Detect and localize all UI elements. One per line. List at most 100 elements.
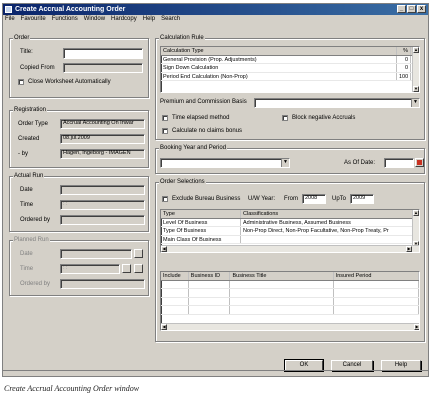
close-button[interactable]: x <box>417 5 426 13</box>
business-title-header: Business Title <box>230 272 334 280</box>
insured-period-header: Insured Period <box>334 272 419 280</box>
order-type-label: Order Type <box>18 121 48 127</box>
business-hscroll[interactable]: ◀ ▶ <box>161 323 419 330</box>
menu-functions[interactable]: Functions <box>52 15 78 24</box>
calculation-rule-title: Calculation Rule <box>159 35 205 42</box>
chevron-down-icon[interactable]: ▼ <box>281 159 289 167</box>
table-row[interactable]: Level Of Business Administrative Busines… <box>161 218 419 227</box>
actual-ordered-by-field <box>60 215 145 225</box>
table-row[interactable]: Type Of Business Non-Prop Direct, Non-Pr… <box>161 227 419 236</box>
menu-help[interactable]: Help <box>143 15 155 24</box>
classification-vscroll[interactable]: ▲ ▼ <box>412 210 419 247</box>
by-label: - by <box>18 151 29 157</box>
minimize-button[interactable]: _ <box>397 5 406 13</box>
type-cell: Main Class Of Business <box>161 235 241 243</box>
table-row[interactable] <box>161 280 419 289</box>
scroll-up-icon[interactable]: ▲ <box>413 210 419 216</box>
actual-date-label: Date <box>20 187 33 193</box>
calculation-grid[interactable]: Calculation Type % General Provision (Pr… <box>160 46 420 93</box>
menu-window[interactable]: Window <box>84 15 105 24</box>
classifications-cell[interactable]: Non-Prop Direct, Non-Prop Facultative, N… <box>241 227 413 235</box>
time-elapsed-label: Time elapsed method <box>172 115 230 121</box>
scroll-right-icon[interactable]: ▶ <box>414 324 419 330</box>
scroll-left-icon[interactable]: ◀ <box>161 246 167 252</box>
planned-ordered-by-field <box>60 279 145 289</box>
planned-time-field: : : <box>60 264 120 274</box>
business-grid-header: Include Business ID Business Title Insur… <box>161 272 419 281</box>
menu-favourite[interactable]: Favourite <box>21 15 46 24</box>
no-claims-label: Calculate no claims bonus <box>172 128 243 134</box>
booking-period-select[interactable]: ▼ <box>160 158 290 168</box>
block-negative-label: Block negative Accruals <box>292 115 356 121</box>
from-label: From <box>284 196 298 202</box>
table-row[interactable]: General Provision (Prop. Adjustments) 0 <box>161 55 419 64</box>
created-field: 08.jul.2009 <box>60 134 145 144</box>
actual-run-panel-title: Actual Run <box>13 173 45 180</box>
classification-grid[interactable]: Type Classifications Level Of Business A… <box>160 209 420 253</box>
type-cell: Level Of Business <box>161 218 241 226</box>
planned-date-field <box>60 249 132 259</box>
scroll-up-icon[interactable]: ▲ <box>413 47 419 53</box>
upto-label: UpTo <box>332 196 347 202</box>
order-selections-title: Order Selections <box>159 179 206 186</box>
scroll-right-icon[interactable]: ▶ <box>406 246 412 252</box>
scroll-left-icon[interactable]: ◀ <box>161 324 167 330</box>
table-row[interactable] <box>161 306 419 315</box>
exclude-bureau-label: Exclude Bureau Business <box>172 196 241 202</box>
planned-ordered-by-label: Ordered by <box>20 281 51 287</box>
by-field: Hagen, Ingeborg - IMAGEN <box>60 149 145 159</box>
include-header: Include <box>161 272 189 280</box>
table-row[interactable]: Period End Calculation (Non-Prop) 100 <box>161 72 419 81</box>
block-negative-checkbox[interactable] <box>282 115 288 121</box>
table-row[interactable] <box>161 289 419 298</box>
pct-cell[interactable]: 0 <box>397 64 411 72</box>
calendar-icon[interactable] <box>415 158 424 167</box>
classifications-cell[interactable]: Administrative Business, Assumed Busines… <box>241 218 413 226</box>
calculation-rule-panel: Calculation Rule Calculation Type % Gene… <box>155 35 425 140</box>
table-row[interactable] <box>161 297 419 306</box>
type-cell: Type Of Business <box>161 227 241 235</box>
premium-basis-label: Premium and Commission Basis <box>160 99 247 105</box>
no-claims-checkbox[interactable] <box>162 128 168 134</box>
table-row[interactable]: Sign Down Calculation 0 <box>161 64 419 73</box>
pct-cell[interactable]: 100 <box>397 72 411 80</box>
classifications-cell[interactable] <box>241 235 413 243</box>
table-row[interactable]: Main Class Of Business <box>161 235 419 244</box>
exclude-bureau-checkbox[interactable] <box>162 196 168 202</box>
actual-run-panel: Actual Run Date Time : : Ordered by <box>9 173 149 232</box>
planned-time-label: Time <box>20 266 34 272</box>
calc-type-cell: General Provision (Prop. Adjustments) <box>161 55 397 63</box>
status-bar <box>3 370 428 376</box>
classification-grid-header: Type Classifications <box>161 210 419 219</box>
booking-panel-title: Booking Year and Period <box>159 145 228 152</box>
menu-hardcopy[interactable]: Hardcopy <box>111 15 137 24</box>
close-worksheet-checkbox[interactable] <box>18 79 24 85</box>
order-selections-panel: Order Selections Exclude Bureau Business… <box>155 179 425 342</box>
booking-panel: Booking Year and Period ▼ As Of Date: <box>155 145 425 174</box>
business-grid[interactable]: Include Business ID Business Title Insur… <box>160 271 420 331</box>
planned-run-panel: Planned Run Date Time : : Ordered by <box>9 237 149 296</box>
chevron-down-icon[interactable]: ▼ <box>411 99 419 107</box>
copied-from-label: Copied From <box>20 65 55 71</box>
maximize-button[interactable]: □ <box>407 5 416 13</box>
order-panel: Order Title: Copied From Close Worksheet… <box>9 35 149 98</box>
from-year-input[interactable]: 2008 <box>302 194 326 204</box>
scroll-down-icon[interactable]: ▼ <box>413 86 419 92</box>
title-input[interactable] <box>63 48 143 59</box>
order-type-field: Accrual Accounting On Inwar <box>60 119 145 129</box>
close-worksheet-label: Close Worksheet Automatically <box>28 79 111 85</box>
calc-grid-scrollbar[interactable]: ▲ ▼ <box>412 47 419 92</box>
pct-cell[interactable]: 0 <box>397 55 411 63</box>
window-title: Create Accrual Accounting Order <box>15 6 126 13</box>
as-of-date-input[interactable] <box>384 158 414 168</box>
actual-date-field <box>60 185 145 195</box>
menu-file[interactable]: File <box>5 15 15 24</box>
time-elapsed-checkbox[interactable] <box>162 115 168 121</box>
menu-search[interactable]: Search <box>161 15 180 24</box>
title-label: Title: <box>20 49 33 55</box>
premium-basis-select[interactable]: ▼ <box>254 98 420 108</box>
type-header: Type <box>161 210 241 218</box>
actual-time-label: Time <box>20 202 34 208</box>
classification-hscroll[interactable]: ◀ ▶ <box>161 245 419 252</box>
upto-year-input[interactable]: 2009 <box>350 194 374 204</box>
